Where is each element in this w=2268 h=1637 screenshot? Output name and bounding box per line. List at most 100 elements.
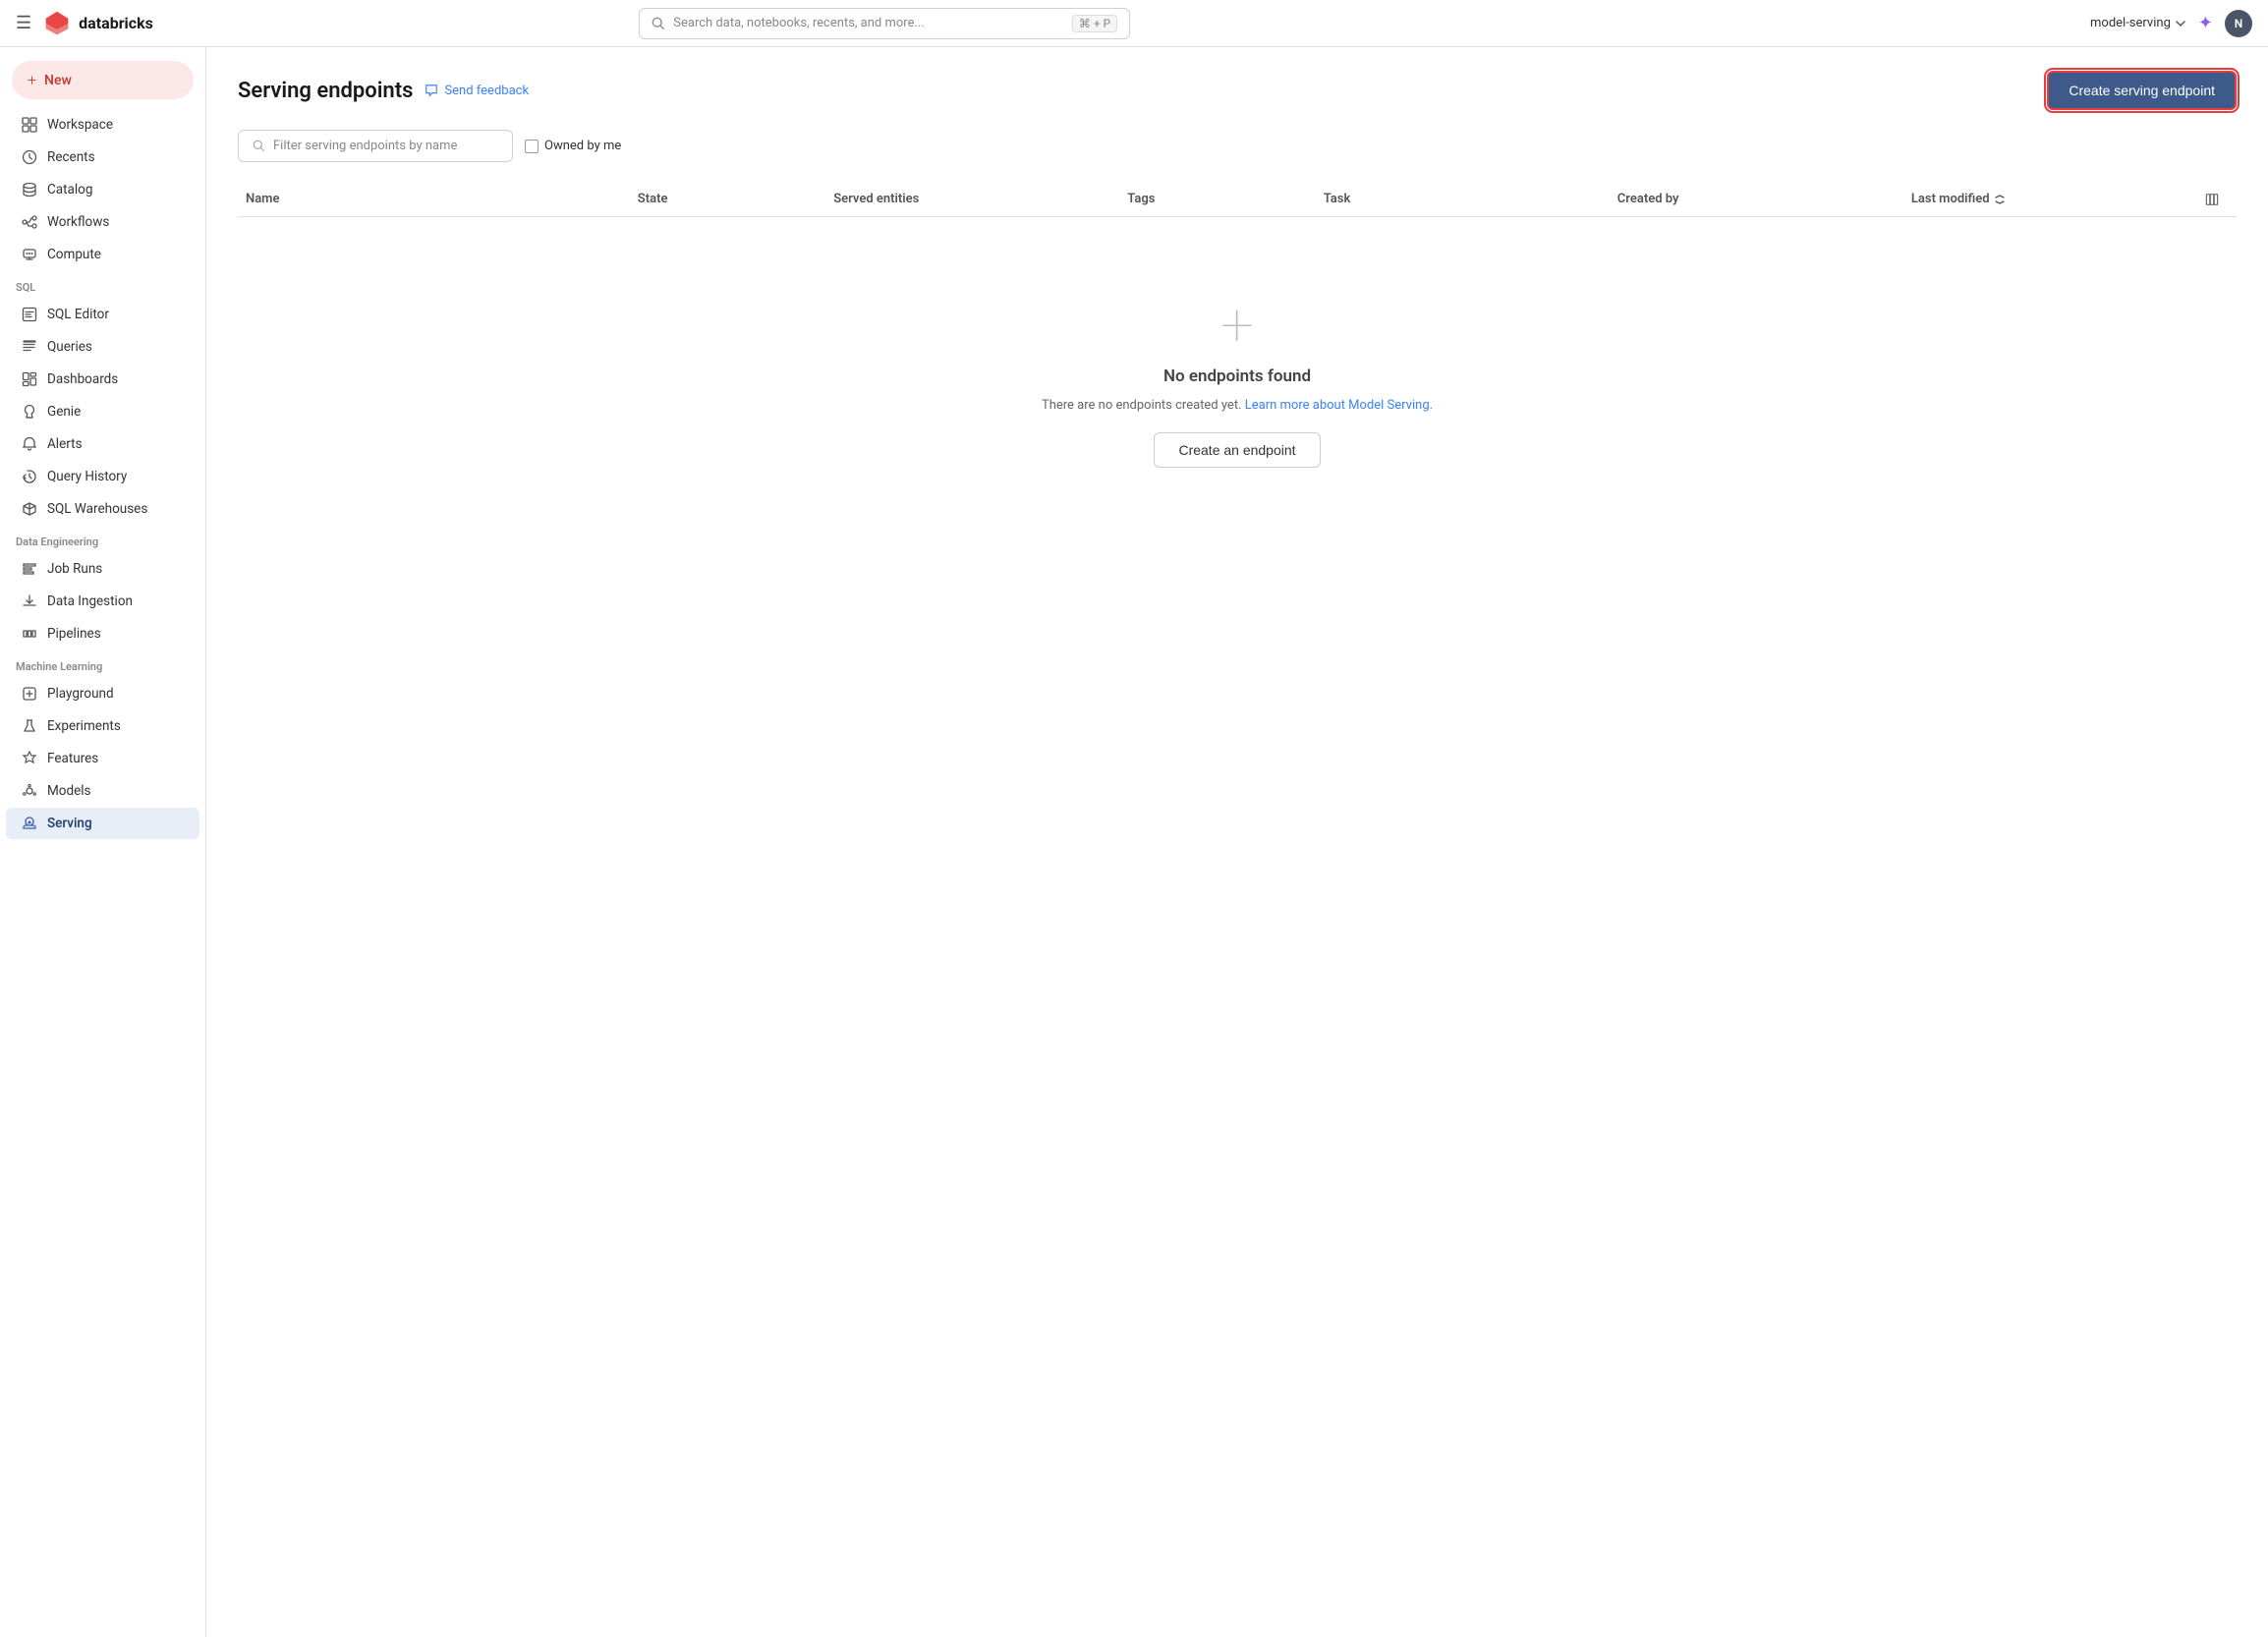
chevron-down-icon xyxy=(2175,18,2186,29)
logo: databricks xyxy=(43,10,153,37)
sidebar-item-sql-warehouses[interactable]: SQL Warehouses xyxy=(6,493,199,525)
table-col-tags: Tags xyxy=(1119,192,1315,206)
models-icon xyxy=(22,783,37,799)
sidebar-features-label: Features xyxy=(47,751,98,766)
queries-icon xyxy=(22,339,37,355)
experiments-icon xyxy=(22,718,37,734)
table-col-task: Task xyxy=(1316,192,1610,206)
empty-state-title: No endpoints found xyxy=(1163,367,1311,386)
create-endpoint-button[interactable]: Create an endpoint xyxy=(1154,432,1320,468)
data-ingestion-icon xyxy=(22,593,37,609)
sidebar-item-alerts[interactable]: Alerts xyxy=(6,428,199,460)
sidebar-item-data-ingestion[interactable]: Data Ingestion xyxy=(6,586,199,617)
avatar[interactable]: N xyxy=(2225,10,2252,37)
sidebar-playground-label: Playground xyxy=(47,686,114,702)
sql-editor-icon xyxy=(22,307,37,322)
learn-more-link[interactable]: Learn more about Model Serving. xyxy=(1245,398,1433,413)
page-title: Serving endpoints xyxy=(238,79,413,103)
sidebar-item-serving[interactable]: Serving xyxy=(6,808,199,839)
sidebar-section-ml: Machine Learning xyxy=(0,650,205,677)
sidebar-item-dashboards[interactable]: Dashboards xyxy=(6,364,199,395)
sidebar-sql-warehouses-label: SQL Warehouses xyxy=(47,501,147,517)
workflows-icon xyxy=(22,214,37,230)
sidebar-item-genie[interactable]: Genie xyxy=(6,396,199,427)
page-title-area: Serving endpoints Send feedback xyxy=(238,79,529,103)
new-button-label: New xyxy=(44,73,72,88)
sidebar-item-experiments[interactable]: Experiments xyxy=(6,710,199,742)
sidebar-item-playground[interactable]: Playground xyxy=(6,678,199,709)
dashboards-icon xyxy=(22,371,37,387)
alerts-icon xyxy=(22,436,37,452)
columns-icon xyxy=(2205,193,2219,206)
sidebar-item-compute[interactable]: Compute xyxy=(6,239,199,270)
main-content: Serving endpoints Send feedback Create s… xyxy=(206,47,2268,1637)
sidebar-data-ingestion-label: Data Ingestion xyxy=(47,593,133,609)
filter-bar: Filter serving endpoints by name Owned b… xyxy=(238,130,2237,162)
sidebar-item-recents[interactable]: Recents xyxy=(6,141,199,173)
workspace-name: model-serving xyxy=(2090,16,2171,30)
chat-icon xyxy=(425,84,438,97)
databricks-logo-icon xyxy=(43,10,71,37)
catalog-icon xyxy=(22,182,37,198)
create-serving-endpoint-button[interactable]: Create serving endpoint xyxy=(2047,71,2237,110)
job-runs-icon xyxy=(22,561,37,577)
sidebar-item-queries[interactable]: Queries xyxy=(6,331,199,363)
sidebar-item-workflows[interactable]: Workflows xyxy=(6,206,199,238)
table-col-served-entities: Served entities xyxy=(825,192,1119,206)
sidebar-alerts-label: Alerts xyxy=(47,436,83,452)
page-header: Serving endpoints Send feedback Create s… xyxy=(238,71,2237,110)
sidebar-serving-label: Serving xyxy=(47,816,92,831)
sidebar-recents-label: Recents xyxy=(47,149,95,165)
sidebar: + New Workspace Recents xyxy=(0,47,206,1637)
sidebar-catalog-label: Catalog xyxy=(47,182,92,198)
pipelines-icon xyxy=(22,626,37,642)
sidebar-item-job-runs[interactable]: Job Runs xyxy=(6,553,199,585)
sidebar-item-sql-editor[interactable]: SQL Editor xyxy=(6,299,199,330)
sidebar-workflows-label: Workflows xyxy=(47,214,109,230)
sql-warehouses-icon xyxy=(22,501,37,517)
sidebar-item-features[interactable]: Features xyxy=(6,743,199,774)
table-header: Name State Served entities Tags Task Cre… xyxy=(238,182,2237,217)
hamburger-menu[interactable]: ☰ xyxy=(16,13,31,33)
sidebar-item-catalog[interactable]: Catalog xyxy=(6,174,199,205)
sidebar-workspace-label: Workspace xyxy=(47,117,113,133)
sidebar-item-workspace[interactable]: Workspace xyxy=(6,109,199,141)
workspace-selector[interactable]: model-serving xyxy=(2090,16,2186,30)
owned-by-me-checkbox[interactable] xyxy=(525,140,539,153)
sidebar-query-history-label: Query History xyxy=(47,469,127,484)
workspace-icon xyxy=(22,117,37,133)
global-search[interactable]: Search data, notebooks, recents, and mor… xyxy=(639,8,1130,39)
sidebar-item-models[interactable]: Models xyxy=(6,775,199,807)
navbar-right: model-serving ✦ N xyxy=(2090,10,2252,37)
filter-endpoints-input[interactable]: Filter serving endpoints by name xyxy=(238,130,513,162)
table-col-columns-toggle[interactable] xyxy=(2197,192,2237,206)
serving-icon xyxy=(22,816,37,831)
send-feedback-button[interactable]: Send feedback xyxy=(425,84,529,98)
sparkle-icon[interactable]: ✦ xyxy=(2198,13,2213,33)
send-feedback-label: Send feedback xyxy=(444,84,529,98)
filter-placeholder: Filter serving endpoints by name xyxy=(273,139,457,153)
sidebar-experiments-label: Experiments xyxy=(47,718,121,734)
sidebar-job-runs-label: Job Runs xyxy=(47,561,102,577)
new-button[interactable]: + New xyxy=(12,61,194,99)
sidebar-item-query-history[interactable]: Query History xyxy=(6,461,199,492)
owned-by-me-toggle[interactable]: Owned by me xyxy=(525,139,621,153)
table-col-last-modified[interactable]: Last modified xyxy=(1903,192,2197,206)
sidebar-models-label: Models xyxy=(47,783,91,799)
playground-icon xyxy=(22,686,37,702)
empty-state-description: There are no endpoints created yet. Lear… xyxy=(1042,398,1433,413)
sidebar-genie-label: Genie xyxy=(47,404,81,420)
features-icon xyxy=(22,751,37,766)
sidebar-section-sql: SQL xyxy=(0,271,205,298)
search-icon xyxy=(253,140,265,152)
logo-text: databricks xyxy=(79,14,153,32)
sidebar-compute-label: Compute xyxy=(47,247,101,262)
compute-icon xyxy=(22,247,37,262)
owned-by-me-label: Owned by me xyxy=(544,139,621,153)
table-col-name: Name xyxy=(238,192,630,206)
table-col-created-by: Created by xyxy=(1610,192,1903,206)
sidebar-pipelines-label: Pipelines xyxy=(47,626,101,642)
search-shortcut: ⌘ + P xyxy=(1072,15,1117,32)
plus-icon: + xyxy=(28,71,36,89)
sidebar-item-pipelines[interactable]: Pipelines xyxy=(6,618,199,649)
